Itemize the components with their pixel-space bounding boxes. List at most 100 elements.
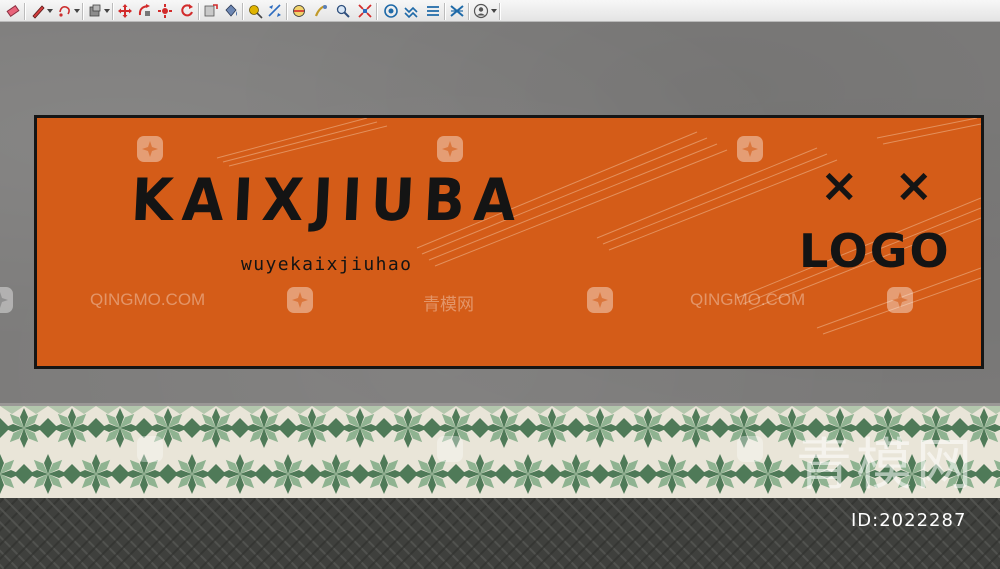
offset-icon[interactable] <box>178 2 196 20</box>
eraser-icon[interactable] <box>4 2 22 20</box>
tile-border-mark <box>984 406 1000 414</box>
look-around-icon[interactable] <box>382 2 400 20</box>
pencil-icon[interactable] <box>29 2 47 20</box>
tile-border-mark <box>144 406 168 414</box>
tile-border-mark <box>504 406 528 414</box>
tile-border-mark <box>528 406 552 414</box>
brand-subtitle: wuyekaixjiuhao <box>241 254 413 275</box>
tile-border-mark <box>312 406 336 414</box>
polygon-icon[interactable] <box>56 2 74 20</box>
tile-border-mark <box>648 406 672 414</box>
tile-border-mark <box>912 406 936 414</box>
watermark-icon <box>737 136 763 162</box>
tile-border-mark <box>240 406 264 414</box>
tile-border-mark <box>216 406 240 414</box>
tile-border-mark <box>480 406 504 414</box>
styles-icon[interactable] <box>448 2 466 20</box>
toolbar-separator <box>112 3 113 20</box>
tile-border-mark <box>696 406 720 414</box>
watermark-icon <box>287 287 313 313</box>
tile-border-mark <box>960 406 984 414</box>
move-icon[interactable] <box>116 2 134 20</box>
watermark-text: QINGMO.COM <box>90 290 206 309</box>
tile-border-mark <box>600 406 624 414</box>
zoom-extents-icon[interactable] <box>334 2 352 20</box>
tile-border-mark <box>288 406 312 414</box>
watermark-icon <box>137 136 163 162</box>
watermark-icon <box>0 287 13 313</box>
tile-border-mark <box>816 406 840 414</box>
chevron-down-icon[interactable] <box>74 8 80 14</box>
sign-board: KAIXJIUBA wuyekaixjiuhao × × LOGO <box>34 115 984 369</box>
tile-border-mark <box>888 406 912 414</box>
dimension-icon[interactable] <box>266 2 284 20</box>
watermark-icon <box>137 436 163 462</box>
tile-border-mark <box>432 406 456 414</box>
layers-icon[interactable] <box>402 2 420 20</box>
tile-border-mark <box>864 406 888 414</box>
toolbar-separator <box>376 3 377 20</box>
watermark-icon <box>437 436 463 462</box>
push-pull-icon[interactable] <box>86 2 104 20</box>
tile-border-mark <box>624 406 648 414</box>
floor-line <box>0 498 61 561</box>
floor-line <box>0 506 61 569</box>
follow-me-icon[interactable] <box>202 2 220 20</box>
watermark-text: 青模网 <box>423 295 474 314</box>
chevron-down-icon[interactable] <box>104 8 110 14</box>
tile-border-mark <box>456 406 480 414</box>
paint-bucket-icon[interactable] <box>222 2 240 20</box>
toolbar-separator <box>468 3 469 20</box>
toolbar-separator <box>444 3 445 20</box>
model-viewport[interactable]: KAIXJIUBA wuyekaixjiuhao × × LOGO QINGMO… <box>0 22 1000 569</box>
logo-marks: × × <box>820 158 944 212</box>
tile-border-mark <box>384 406 408 414</box>
toolbar-separator <box>198 3 199 20</box>
watermark-icon <box>887 287 913 313</box>
tile-border-mark <box>672 406 696 414</box>
image-id-label: ID:2022287 <box>851 510 967 531</box>
user-icon[interactable] <box>472 2 490 20</box>
rotate-icon[interactable] <box>156 2 174 20</box>
tile-border-mark <box>0 406 24 414</box>
tile-border-mark <box>96 406 120 414</box>
tape-measure-icon[interactable] <box>246 2 264 20</box>
tile-border-mark <box>552 406 576 414</box>
tile-border-mark <box>408 406 432 414</box>
brand-name: KAIXJIUBA <box>129 166 527 235</box>
tile-border-mark <box>576 406 600 414</box>
section-plane-icon[interactable] <box>290 2 308 20</box>
zoom-icon[interactable] <box>312 2 330 20</box>
tile-border-mark <box>48 406 72 414</box>
tile-border-mark <box>720 406 744 414</box>
tile-border-mark <box>360 406 384 414</box>
toolbar-separator <box>242 3 243 20</box>
components-icon[interactable] <box>424 2 442 20</box>
toolbar-separator <box>286 3 287 20</box>
tile-border-mark <box>120 406 144 414</box>
watermark-icon <box>587 287 613 313</box>
toolbar-separator <box>24 3 25 20</box>
floor-pattern <box>0 498 1000 569</box>
tile-border-mark <box>192 406 216 414</box>
tile-border-mark <box>936 406 960 414</box>
tile-border-mark <box>168 406 192 414</box>
tile-border-mark <box>24 406 48 414</box>
toolbar-separator <box>499 3 500 20</box>
tile-border-mark <box>336 406 360 414</box>
watermark-icon <box>737 436 763 462</box>
chevron-down-icon[interactable] <box>491 8 497 14</box>
walk-icon[interactable] <box>356 2 374 20</box>
tile-border-mark <box>264 406 288 414</box>
watermark-logo-text: 青模网 <box>796 433 976 498</box>
tile-border-mark <box>840 406 864 414</box>
drawing-toolbar <box>0 0 1000 22</box>
tile-border-mark <box>792 406 816 414</box>
watermark-text: QINGMO.COM <box>690 290 806 309</box>
logo-word: LOGO <box>799 224 951 278</box>
orbit-icon[interactable] <box>136 2 154 20</box>
tile-border-mark <box>744 406 768 414</box>
chevron-down-icon[interactable] <box>47 8 53 14</box>
tile-border-mark <box>72 406 96 414</box>
floor <box>0 498 1000 569</box>
